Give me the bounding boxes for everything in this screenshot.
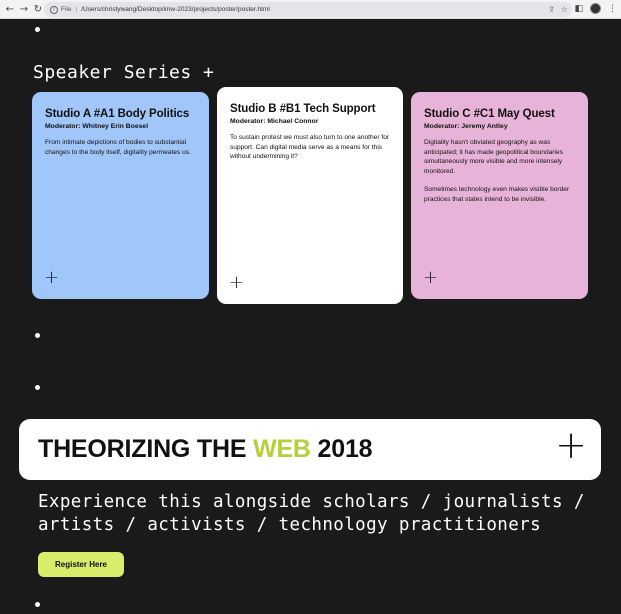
card-moderator: Moderator: Jeremy Antley — [424, 123, 508, 130]
event-title-highlight: WEB — [253, 435, 311, 463]
event-tagline: Experience this alongside scholars / jou… — [38, 492, 585, 535]
studio-b-card[interactable]: Studio B #B1 Tech Support Moderator: Mic… — [217, 87, 403, 304]
url-separator: | — [75, 6, 78, 13]
event-title: THEORIZING THE WEB 2018 — [38, 435, 373, 464]
expand-plus-icon[interactable]: + — [229, 274, 244, 292]
bookmark-star-icon[interactable]: ☆ — [561, 5, 568, 14]
event-banner[interactable]: THEORIZING THE WEB 2018 + — [19, 419, 601, 480]
list-bullet — [35, 27, 40, 32]
info-icon[interactable]: i — [50, 5, 58, 14]
card-description: From intimate depictions of bodies to su… — [45, 139, 191, 156]
card-title: Studio B #B1 Tech Support — [230, 103, 376, 115]
menu-kebab-icon[interactable]: ⋮ — [608, 4, 617, 14]
event-title-year: 2018 — [310, 435, 373, 463]
browser-toolbar: ← → ↻ i File | /Users/christywang/Deskto… — [0, 0, 621, 19]
studio-a-card[interactable]: Studio A #A1 Body Politics Moderator: Wh… — [32, 92, 209, 299]
profile-avatar[interactable] — [590, 3, 601, 14]
speaker-series-heading[interactable]: Speaker Series + — [33, 62, 214, 83]
card-moderator: Moderator: Whitney Erin Boesel — [45, 123, 149, 130]
url-scheme: File — [61, 6, 72, 13]
card-title: Studio C #C1 May Quest — [424, 108, 555, 120]
expand-plus-icon[interactable]: + — [555, 426, 587, 464]
address-bar[interactable]: i File | /Users/christywang/Desktop/imw-… — [44, 2, 572, 17]
back-arrow-icon[interactable]: ← — [4, 1, 16, 17]
expand-plus-icon[interactable]: + — [44, 269, 59, 287]
list-bullet — [35, 385, 40, 390]
share-icon[interactable]: ⇪ — [548, 5, 555, 14]
register-button[interactable]: Register Here — [38, 552, 124, 577]
card-title: Studio A #A1 Body Politics — [45, 108, 190, 120]
card-description: To sustain protest we must also turn to … — [230, 134, 390, 161]
list-bullet — [35, 602, 40, 607]
card-description: Digitality hasn't obviated geography as … — [424, 139, 563, 176]
card-description: Sometimes technology even makes visible … — [424, 185, 570, 203]
list-bullet — [35, 333, 40, 338]
reload-icon[interactable]: ↻ — [32, 1, 44, 17]
forward-arrow-icon[interactable]: → — [18, 1, 30, 17]
studio-c-card[interactable]: Studio C #C1 May Quest Moderator: Jeremy… — [411, 92, 588, 299]
side-panel-icon[interactable]: ◧ — [574, 4, 583, 14]
url-text[interactable]: /Users/christywang/Desktop/imw-2023/proj… — [81, 6, 270, 13]
expand-plus-icon[interactable]: + — [423, 269, 438, 287]
card-moderator: Moderator: Michael Connor — [230, 118, 319, 125]
event-title-prefix: THEORIZING THE — [38, 435, 254, 463]
